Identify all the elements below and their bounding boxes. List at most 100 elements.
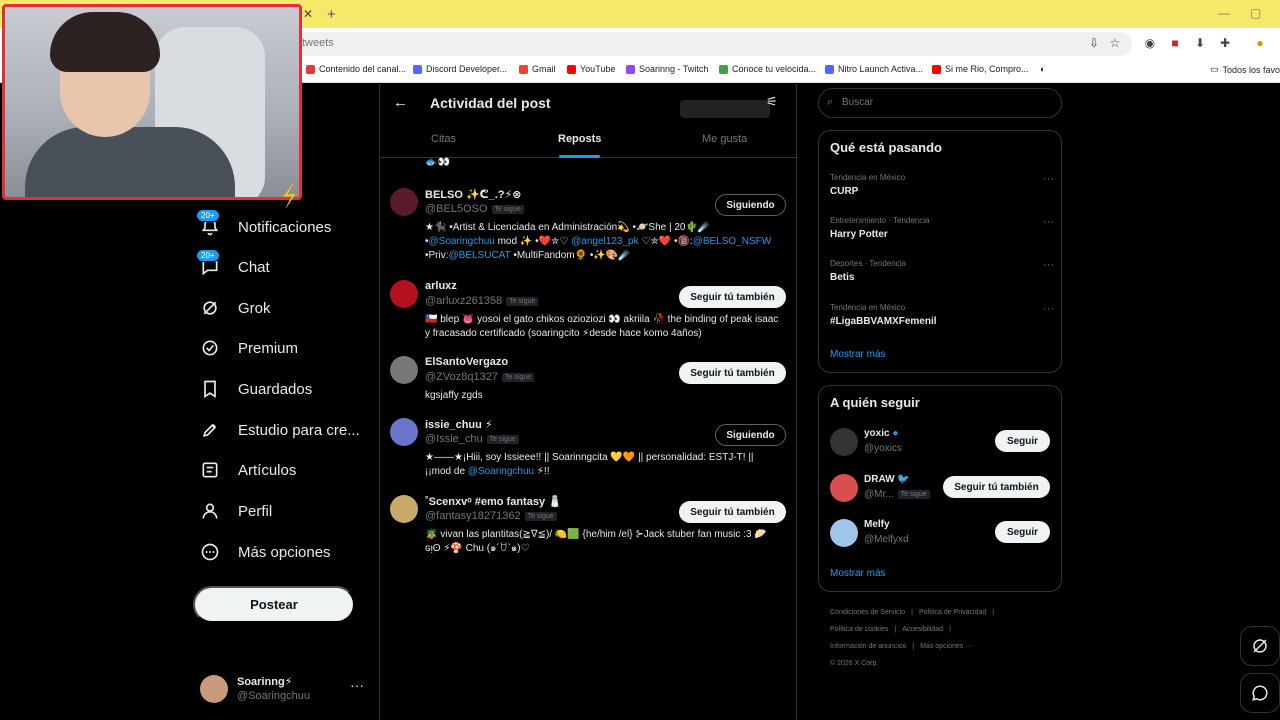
footer-link[interactable]: Política de cookies xyxy=(830,626,888,633)
star-icon[interactable]: ☆ xyxy=(1108,36,1122,50)
user-name[interactable]: arluxz xyxy=(425,280,457,292)
follow-back-button[interactable]: Seguir tú también xyxy=(679,286,786,308)
bookmark-item[interactable]: Soarinng - Twitch xyxy=(626,64,708,74)
footer-link[interactable]: Accesibilidad xyxy=(902,626,943,633)
avatar[interactable] xyxy=(830,519,858,547)
sidebar-item-estudio-para-cre[interactable]: Estudio para cre... xyxy=(198,415,360,445)
tab-citas[interactable]: Citas xyxy=(431,133,456,145)
close-tab-icon[interactable]: ✕ xyxy=(303,7,313,21)
more-dots-icon[interactable]: ··· xyxy=(1043,303,1054,315)
follow-back-button[interactable]: Seguir tú también xyxy=(679,501,786,523)
who-to-follow-item[interactable]: Melfy @Melfyxd Seguir xyxy=(830,517,1055,549)
bookmark-item[interactable]: Nitro Launch Activa... xyxy=(825,64,923,74)
footer-link[interactable]: Más opciones ··· xyxy=(920,643,972,650)
bookmark-item[interactable]: Si me Rio, Compro... xyxy=(932,64,1029,74)
mention-link[interactable]: @BELSUCAT xyxy=(449,250,511,261)
who-to-follow-item[interactable]: yoxic ● @yoxics Seguir xyxy=(830,426,1055,458)
footer-link[interactable]: © 2026 X Corp. xyxy=(830,660,878,667)
more-dots-icon[interactable]: ··· xyxy=(350,677,364,693)
trends-show-more[interactable]: Mostrar más xyxy=(830,349,886,360)
extension-red-icon[interactable]: ■ xyxy=(1168,36,1182,50)
trend-item[interactable]: Deportes · Tendencia Betis ··· xyxy=(830,259,1054,283)
trend-item[interactable]: Tendencia en México CURP ··· xyxy=(830,173,1054,197)
avatar[interactable] xyxy=(830,428,858,456)
bookmark-item[interactable]: Discord Developer... xyxy=(413,64,507,74)
bookmark-item[interactable]: Gmail xyxy=(519,64,556,74)
footer-link[interactable]: Información de anuncios xyxy=(830,643,906,650)
who-to-follow-item[interactable]: DRAW 🐦 @Mr... Te sigue Seguir tú también xyxy=(830,472,1055,504)
follow-button[interactable]: Seguir xyxy=(995,521,1050,543)
back-arrow-icon[interactable]: ← xyxy=(393,94,408,111)
follow-button[interactable]: Seguir tú también xyxy=(943,476,1050,498)
footer-link[interactable]: | xyxy=(992,609,994,616)
follow-button[interactable]: Seguir xyxy=(995,430,1050,452)
more-dots-icon[interactable]: ··· xyxy=(1043,216,1054,228)
all-bookmarks[interactable]: ▭ Todos los favor xyxy=(1210,64,1280,75)
sidebar-item-grok[interactable]: Grok xyxy=(198,293,271,323)
install-app-icon[interactable]: ⇩ xyxy=(1087,36,1101,50)
avatar[interactable] xyxy=(390,495,418,523)
sidebar-item-notificaciones[interactable]: 20+ Notificaciones xyxy=(196,209,332,242)
avatar[interactable] xyxy=(390,418,418,446)
user-cell[interactable]: issie_chuu ⚡ @Issie_chu Te sigue ★——★¡Hiii,… xyxy=(380,418,798,488)
tab-me-gusta[interactable]: Me gusta xyxy=(702,133,747,145)
footer-link[interactable]: Política de Privacidad xyxy=(919,609,986,616)
footer-link[interactable]: | xyxy=(911,609,913,616)
footer-link[interactable]: Condiciones de Servicio xyxy=(830,609,905,616)
sidebar-item-guardados[interactable]: Guardados xyxy=(198,374,312,404)
avatar[interactable] xyxy=(390,188,418,216)
messages-float-button[interactable] xyxy=(1240,673,1280,713)
user-name[interactable]: issie_chuu ⚡ xyxy=(425,418,493,431)
new-tab-icon[interactable]: + xyxy=(327,6,336,23)
bookmark-item[interactable]: Contenido del canal... xyxy=(306,64,406,74)
user-cell[interactable]: arluxz @arluxz261358 Te sigue 🇨🇱 blep 👅 yos… xyxy=(380,280,798,350)
account-switcher[interactable]: Soarinng⚡ @Soaringchuu ··· xyxy=(200,673,370,705)
avatar[interactable] xyxy=(390,356,418,384)
more-dots-icon[interactable]: ··· xyxy=(1043,173,1054,185)
grok-float-button[interactable] xyxy=(1240,626,1280,666)
avatar[interactable] xyxy=(390,280,418,308)
post-button[interactable]: Postear xyxy=(193,586,355,623)
mention-link[interactable]: @Soaringchuu xyxy=(468,466,534,477)
footer-link[interactable]: | xyxy=(912,643,914,650)
sidebar-item-perfil[interactable]: Perfil xyxy=(198,496,272,526)
sidebar-item-art-culos[interactable]: Artículos xyxy=(198,455,296,485)
sidebar-item-premium[interactable]: Premium xyxy=(198,333,298,363)
mention-link[interactable]: @Soaringchuu xyxy=(429,236,495,247)
user-cell[interactable]: ElSantoVergazo @ZVoz8q1327 Te sigue kgsjaff… xyxy=(380,356,798,426)
extension-icon[interactable]: ◉ xyxy=(1143,36,1157,50)
bookmark-item[interactable]: Conoce tu velocida... xyxy=(719,64,816,74)
following-button[interactable]: Siguiendo xyxy=(715,194,786,216)
user-cell[interactable]: ˚Scenxvᵒ #emo fantasy 🧂 @fantasy18271362 T… xyxy=(380,495,798,565)
sidebar-item-m-s-opciones[interactable]: Más opciones xyxy=(198,537,331,567)
user-name[interactable]: ElSantoVergazo xyxy=(425,356,508,368)
follow-back-button[interactable]: Seguir tú también xyxy=(679,362,786,384)
who-show-more[interactable]: Mostrar más xyxy=(830,568,886,579)
search-input[interactable]: ⌕ Buscar xyxy=(818,88,1062,118)
user-cell[interactable]: BELSO ✨ᕦ_.?⚡⊗ @BEL5OSO Te sigue ★🐈‍⬛ •Artis… xyxy=(380,188,798,261)
more-dots-icon[interactable]: ··· xyxy=(1043,259,1054,271)
avatar[interactable] xyxy=(830,474,858,502)
mention-link[interactable]: @angel123_pk xyxy=(571,236,638,247)
minimize-icon[interactable]: — xyxy=(1218,6,1230,20)
sidebar-item-chat[interactable]: 20+ Chat xyxy=(196,249,270,282)
trend-item[interactable]: Entretenimiento · Tendencia Harry Potter ·… xyxy=(830,216,1054,240)
settings-sliders-icon[interactable]: ⚟ xyxy=(766,94,778,110)
download-icon[interactable]: ⬇ xyxy=(1193,36,1207,50)
sidebar-item-label: Notificaciones xyxy=(238,218,332,236)
maximize-icon[interactable]: ▢ xyxy=(1250,6,1261,20)
footer-link[interactable]: | xyxy=(949,626,951,633)
user-handle: @ZVoz8q1327 xyxy=(425,371,498,383)
profile-icon[interactable]: ● xyxy=(1253,36,1267,50)
bookmark-item[interactable]: YouTube xyxy=(567,64,615,74)
user-name[interactable]: ˚Scenxvᵒ #emo fantasy 🧂 xyxy=(425,495,562,508)
mention-link[interactable]: @BELSO_NSFW xyxy=(693,236,772,247)
puzzle-icon[interactable]: ✚ xyxy=(1218,36,1232,50)
tab-reposts[interactable]: Reposts xyxy=(558,133,601,145)
url-field[interactable]: tweets xyxy=(290,32,1132,56)
user-name[interactable]: BELSO ✨ᕦ_.?⚡⊗ xyxy=(425,188,521,201)
following-button[interactable]: Siguiendo xyxy=(715,424,786,446)
trend-item[interactable]: Tendencia en México #LigaBBVAMXFemenil ··· xyxy=(830,303,1054,327)
globe-bookmark[interactable]: ◐ xyxy=(1040,64,1045,74)
footer-link[interactable]: | xyxy=(894,626,896,633)
